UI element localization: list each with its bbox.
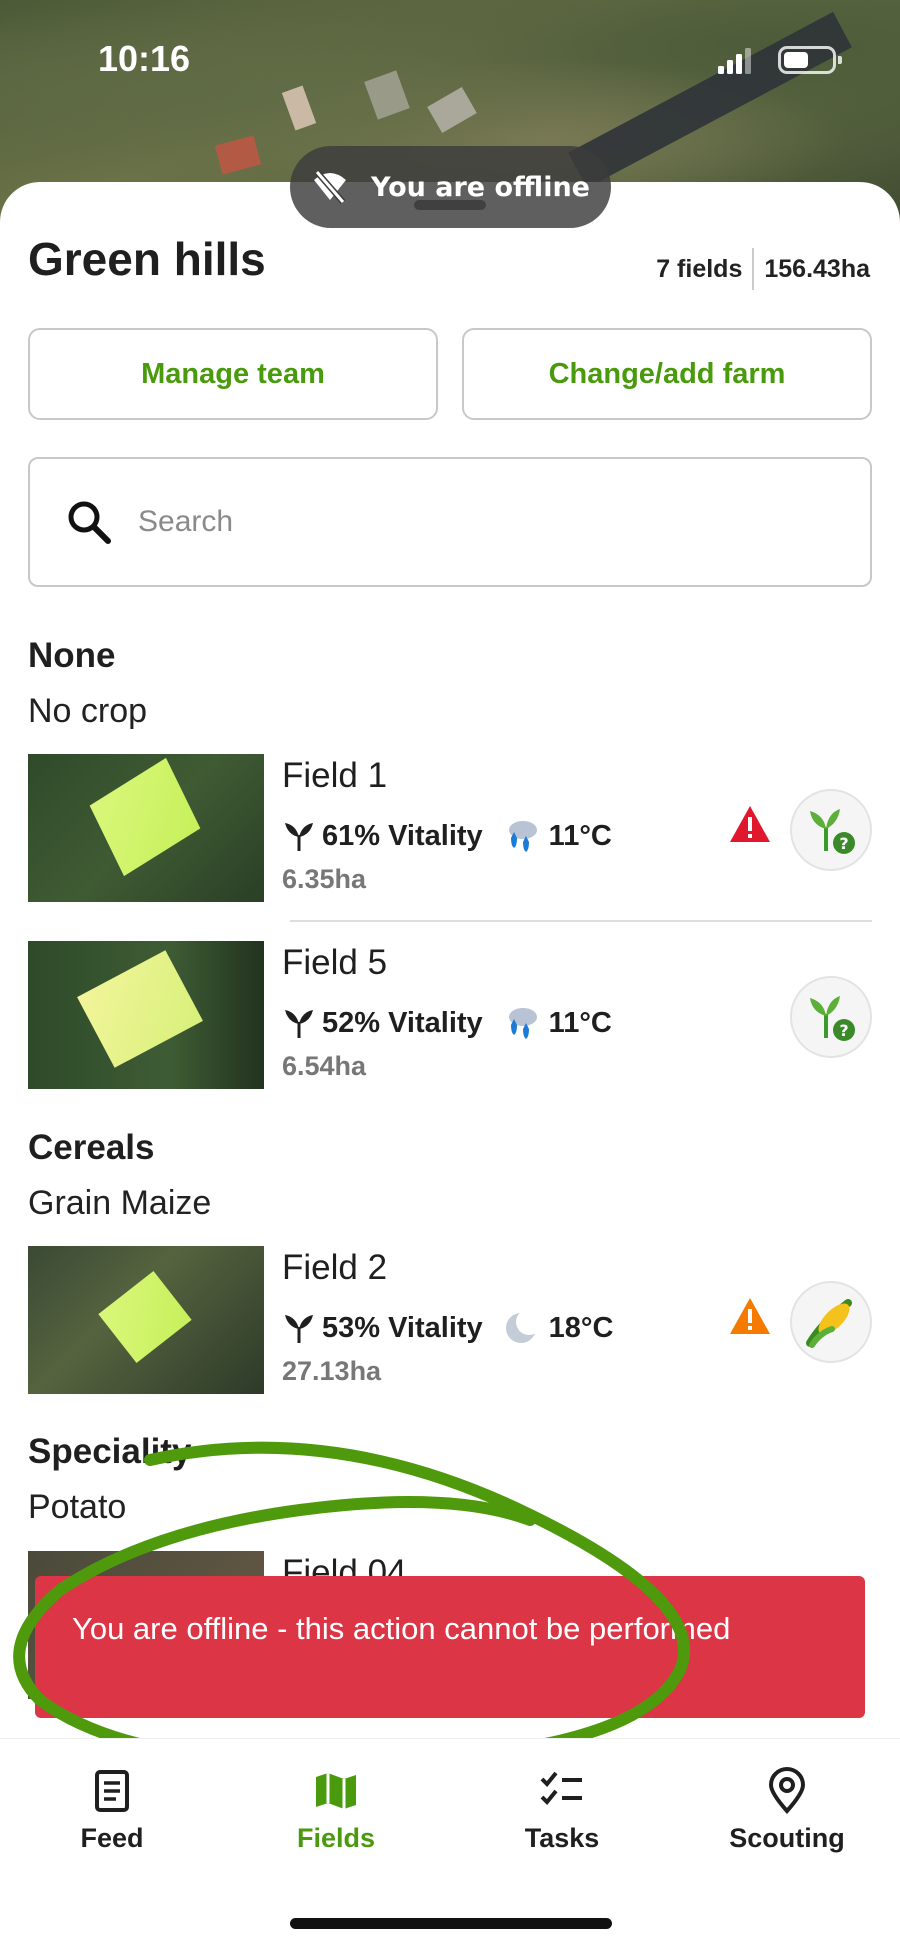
alert-icon[interactable] — [728, 804, 772, 844]
search-input[interactable] — [138, 505, 738, 539]
battery-icon — [778, 46, 842, 74]
crop-badge[interactable]: ? — [790, 789, 872, 871]
plant-icon — [285, 1010, 313, 1038]
tab-fields[interactable]: Fields — [246, 1767, 426, 1854]
alert-icon[interactable] — [728, 1296, 772, 1336]
list-divider — [290, 920, 872, 922]
checklist-icon — [540, 1771, 582, 1805]
document-icon — [95, 1770, 129, 1812]
crop-badge[interactable] — [790, 1281, 872, 1363]
map-building — [214, 135, 262, 175]
status-bar: 10:16 — [0, 0, 900, 120]
status-time: 10:16 — [98, 38, 191, 79]
search-box[interactable] — [28, 457, 872, 587]
field-area: 6.35ha — [282, 864, 367, 894]
field-name: Field 2 — [282, 1248, 388, 1287]
tab-tasks[interactable]: Tasks — [472, 1767, 652, 1854]
rain-icon — [508, 821, 537, 852]
moon-icon — [505, 1309, 541, 1343]
svg-text:?: ? — [839, 834, 848, 853]
group-subtitle-grain-maize: Grain Maize — [28, 1184, 212, 1222]
group-title-none: None — [28, 636, 116, 675]
tab-label: Scouting — [729, 1823, 845, 1853]
wifi-off-icon — [314, 170, 347, 204]
manage-team-button[interactable]: Manage team — [28, 328, 438, 420]
field-meta: 61% Vitality 11°C — [282, 816, 612, 856]
field-vitality: 61% Vitality — [322, 819, 483, 852]
field-temperature: 11°C — [548, 1006, 612, 1039]
field-thumbnail — [28, 754, 264, 902]
offline-banner: You are offline — [290, 146, 611, 228]
field-meta: 52% Vitality 11°C — [282, 1003, 612, 1043]
group-title-cereals: Cereals — [28, 1128, 155, 1167]
field-temperature: 11°C — [548, 819, 612, 852]
tab-feed[interactable]: Feed — [22, 1767, 202, 1854]
plant-icon — [285, 823, 313, 851]
field-vitality: 53% Vitality — [322, 1311, 483, 1344]
offline-toast[interactable]: You are offline - this action cannot be … — [35, 1576, 865, 1718]
field-temperature: 18°C — [548, 1311, 614, 1344]
farm-title: Green hills — [28, 233, 266, 285]
total-area: 156.43ha — [764, 254, 870, 283]
unknown-crop-icon: ? — [810, 809, 855, 854]
field-area: 6.54ha — [282, 1051, 367, 1081]
farm-stats: 7 fields 156.43ha — [656, 248, 870, 290]
signal-icon — [718, 48, 751, 74]
group-title-speciality: Speciality — [28, 1432, 192, 1471]
svg-text:?: ? — [839, 1021, 848, 1040]
tab-label: Tasks — [524, 1823, 600, 1853]
stats-divider — [752, 248, 755, 290]
tab-scouting[interactable]: Scouting — [697, 1767, 877, 1854]
crop-badge[interactable]: ? — [790, 976, 872, 1058]
field-thumbnail — [28, 1246, 264, 1394]
rain-icon — [508, 1008, 537, 1039]
plant-icon — [285, 1315, 313, 1343]
field-name: Field 1 — [282, 756, 388, 795]
home-indicator — [290, 1918, 612, 1929]
field-row-field-2[interactable]: Field 2 53% Vitality 18°C 27.13ha — [0, 1246, 900, 1396]
field-row-field-5[interactable]: Field 5 52% Vitality 11°C 6.54ha ? — [0, 941, 900, 1091]
search-icon — [68, 501, 111, 544]
field-vitality: 52% Vitality — [322, 1006, 483, 1039]
unknown-crop-icon: ? — [810, 996, 855, 1041]
field-meta: 53% Vitality 18°C — [282, 1308, 613, 1348]
group-subtitle-potato: Potato — [28, 1488, 127, 1526]
change-farm-button[interactable]: Change/add farm — [462, 328, 872, 420]
tab-label: Feed — [80, 1823, 144, 1853]
offline-banner-text: You are offline — [371, 171, 590, 203]
field-area: 27.13ha — [282, 1356, 382, 1386]
field-name: Field 5 — [282, 943, 388, 982]
tab-label: Fields — [296, 1823, 376, 1853]
field-row-field-1[interactable]: Field 1 61% Vitality 11°C 6.35ha ? — [0, 754, 900, 904]
field-thumbnail — [28, 941, 264, 1089]
group-subtitle-no-crop: No crop — [28, 692, 148, 730]
location-pin-icon — [768, 1767, 806, 1815]
corn-icon — [806, 1299, 852, 1348]
fields-count: 7 fields — [656, 254, 743, 283]
toast-message: You are offline - this action cannot be … — [72, 1611, 731, 1646]
map-icon — [316, 1773, 356, 1809]
